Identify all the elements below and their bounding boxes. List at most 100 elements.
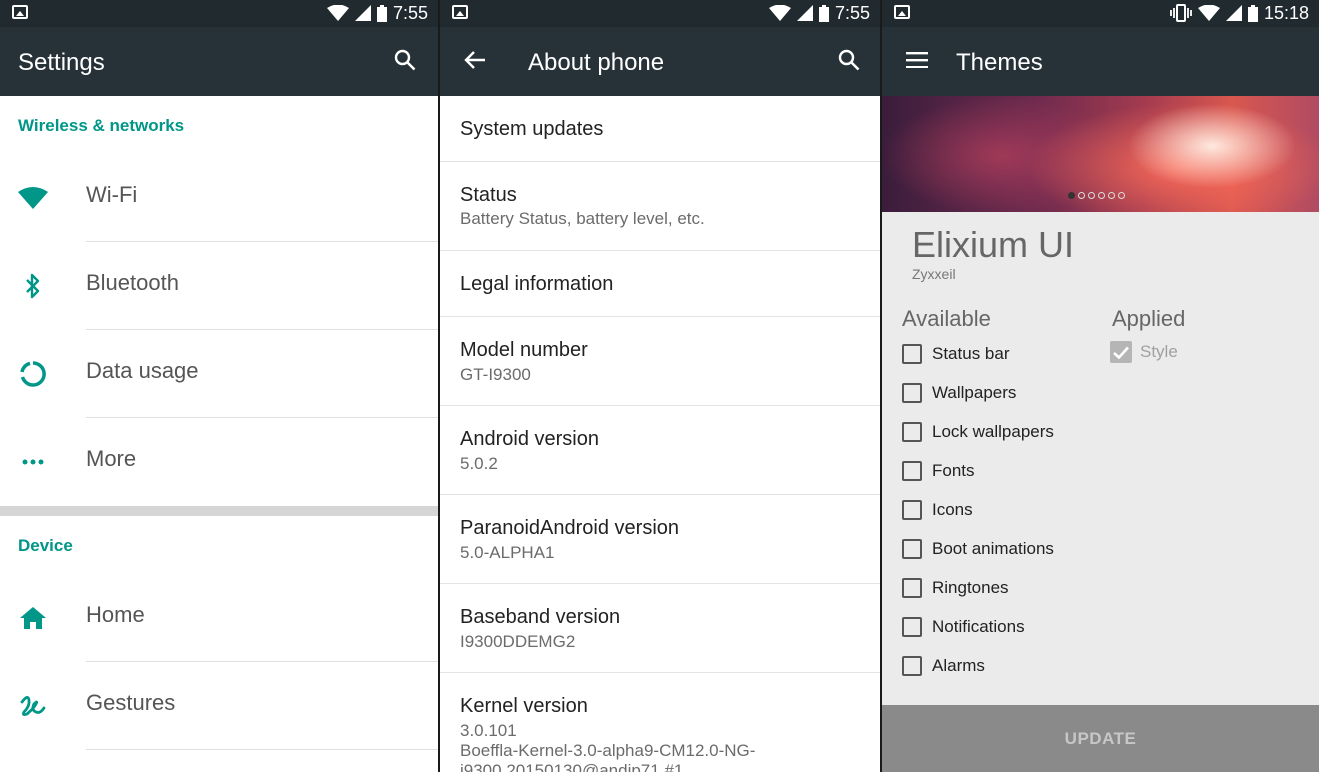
cell-signal-icon: [354, 5, 371, 21]
about-list: System updates Status Battery Status, ba…: [440, 96, 880, 772]
checkbox-notifications[interactable]: Notifications: [902, 614, 1025, 640]
checkbox[interactable]: [902, 461, 922, 481]
data-usage-icon: [17, 358, 49, 390]
page-dot[interactable]: [1068, 192, 1075, 199]
checkbox[interactable]: [902, 383, 922, 403]
checkbox[interactable]: [902, 500, 922, 520]
about-item-android-version[interactable]: Android version 5.0.2: [440, 406, 880, 495]
checkbox-status-bar[interactable]: Status bar: [902, 341, 1010, 367]
status-time: 7:55: [392, 2, 428, 23]
applied-label: Style: [1140, 342, 1178, 361]
checkbox-label: Fonts: [932, 461, 975, 480]
gallery-notification-icon: [894, 5, 910, 19]
status-bar: 7:55: [0, 0, 438, 27]
settings-item-bluetooth[interactable]: Bluetooth: [0, 242, 438, 330]
bluetooth-icon: [17, 270, 49, 302]
arrow-back-icon: [464, 50, 486, 75]
status-bar: 7:55: [440, 0, 880, 27]
about-item-value: I9300DDEMG2: [460, 632, 576, 651]
settings-screen: 7:55 Settings Wireless & networks Wi-Fi …: [0, 0, 438, 772]
checkbox-label: Status bar: [932, 344, 1010, 363]
checked-checkbox-icon: [1110, 341, 1132, 363]
settings-item-label: Data usage: [86, 358, 199, 383]
about-item-title: Status: [460, 184, 517, 206]
available-header: Available: [902, 306, 991, 331]
search-button[interactable]: [390, 47, 420, 77]
about-item-model[interactable]: Model number GT-I9300: [440, 317, 880, 406]
gallery-notification-icon: [452, 5, 468, 19]
back-button[interactable]: [460, 47, 490, 77]
about-item-title: Kernel version: [460, 695, 588, 717]
themes-screen: 15:18 Themes Elixium UI Zyxxeil Availabl…: [882, 0, 1319, 772]
about-item-paranoid-version[interactable]: ParanoidAndroid version 5.0-ALPHA1: [440, 495, 880, 584]
checkbox[interactable]: [902, 656, 922, 676]
settings-item-home[interactable]: Home: [0, 574, 438, 662]
app-bar: Settings: [0, 27, 438, 96]
settings-item-wifi[interactable]: Wi-Fi: [0, 154, 438, 242]
hamburger-menu-icon: [906, 51, 928, 73]
wifi-signal-icon: [326, 5, 349, 21]
checkbox[interactable]: [902, 578, 922, 598]
applied-header: Applied: [1112, 306, 1186, 331]
about-item-baseband[interactable]: Baseband version I9300DDEMG2: [440, 584, 880, 673]
checkbox[interactable]: [902, 344, 922, 364]
settings-item-gestures[interactable]: Gestures: [0, 662, 438, 750]
checkbox-alarms[interactable]: Alarms: [902, 653, 985, 679]
about-item-value: 5.0-ALPHA1: [460, 543, 555, 562]
page-title: About phone: [528, 49, 665, 76]
settings-list: Wireless & networks Wi-Fi Bluetooth Data…: [0, 96, 438, 772]
about-item-value: 5.0.2: [460, 454, 498, 473]
checkbox-ringtones[interactable]: Ringtones: [902, 575, 1009, 601]
checkbox[interactable]: [902, 539, 922, 559]
checkbox-label: Wallpapers: [932, 383, 1017, 402]
search-button[interactable]: [834, 47, 864, 77]
page-dot[interactable]: [1108, 192, 1115, 199]
about-item-legal[interactable]: Legal information: [440, 251, 880, 317]
checkbox-wallpapers[interactable]: Wallpapers: [902, 380, 1016, 406]
section-divider: [0, 506, 438, 516]
about-item-title: Baseband version: [460, 606, 621, 628]
about-item-kernel[interactable]: Kernel version 3.0.101 Boeffla-Kernel-3.…: [440, 673, 880, 772]
checkbox-label: Icons: [932, 500, 973, 519]
checkbox[interactable]: [902, 617, 922, 637]
banner-page-indicator: [1068, 192, 1125, 199]
about-item-value: Battery Status, battery level, etc.: [460, 209, 705, 228]
settings-item-label: Gestures: [86, 690, 176, 715]
page-dot[interactable]: [1078, 192, 1085, 199]
home-icon: [17, 602, 49, 634]
checkbox-boot-animations[interactable]: Boot animations: [902, 536, 1054, 562]
about-item-status[interactable]: Status Battery Status, battery level, et…: [440, 162, 880, 251]
page-dot[interactable]: [1118, 192, 1125, 199]
checkbox-label: Lock wallpapers: [932, 422, 1054, 441]
settings-item-label: Wi-Fi: [86, 182, 138, 207]
applied-item-style: Style: [1110, 341, 1178, 363]
search-icon: [837, 48, 861, 77]
update-label: UPDATE: [1064, 728, 1137, 748]
cell-signal-icon: [796, 5, 813, 21]
wifi-icon: [17, 182, 49, 214]
checkbox-fonts[interactable]: Fonts: [902, 458, 975, 484]
checkbox-icons[interactable]: Icons: [902, 497, 973, 523]
about-item-title: Model number: [460, 339, 588, 361]
checkbox[interactable]: [902, 422, 922, 442]
theme-author: Zyxxeil: [912, 266, 956, 282]
menu-button[interactable]: [902, 47, 932, 77]
settings-item-data-usage[interactable]: Data usage: [0, 330, 438, 418]
wifi-signal-icon: [768, 5, 791, 21]
settings-item-more[interactable]: More: [0, 418, 438, 506]
settings-item-label: More: [86, 446, 137, 471]
section-header-device: Device: [18, 536, 73, 555]
update-button[interactable]: UPDATE: [882, 705, 1319, 772]
checkbox-label: Boot animations: [932, 539, 1054, 558]
page-title: Settings: [18, 49, 105, 76]
divider: [86, 749, 438, 750]
app-bar: Themes: [882, 27, 1319, 96]
search-icon: [393, 48, 417, 77]
about-item-system-updates[interactable]: System updates: [440, 96, 880, 162]
page-dot[interactable]: [1098, 192, 1105, 199]
section-header-wireless: Wireless & networks: [18, 116, 185, 135]
about-phone-screen: 7:55 About phone System updates Status B…: [440, 0, 880, 772]
checkbox-lock-wallpapers[interactable]: Lock wallpapers: [902, 419, 1054, 445]
page-dot[interactable]: [1088, 192, 1095, 199]
status-time: 7:55: [834, 2, 870, 23]
